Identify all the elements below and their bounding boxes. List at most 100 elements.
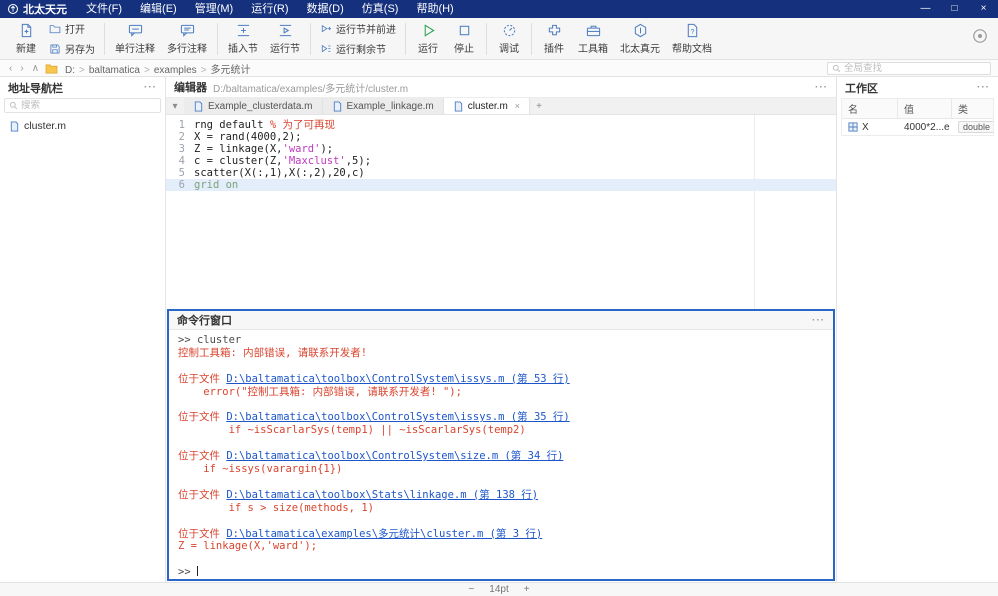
run-section-button[interactable]: 运行节 [265,21,305,57]
multi-comment-button[interactable]: 多行注释 [162,21,212,57]
command-input-area[interactable]: >> cluster控制工具箱: 内部错误, 请联系开发者! 位于文件 D:\ba… [169,330,833,579]
editor-tab-bar: ▾ Example_clusterdata.m Example_linkage.… [166,97,836,115]
error-file-link[interactable]: D:\baltamatica\toolbox\ControlSystem\iss… [226,373,569,385]
code-line[interactable]: 4c = cluster(Z,'Maxclust',5); [166,155,836,167]
insert-section-button[interactable]: 插入节 [223,21,263,57]
address-nav-more-button[interactable]: ··· [144,82,157,93]
stop-button[interactable]: 停止 [447,21,481,57]
tab-example-linkage[interactable]: Example_linkage.m [323,98,444,114]
run-button[interactable]: 运行 [411,21,445,57]
save-as-button[interactable]: 另存为 [45,40,99,57]
breadcrumb-item[interactable]: examples [151,65,200,76]
workspace-more-button[interactable]: ··· [977,82,990,93]
back-button[interactable]: ‹ [5,63,16,74]
menu-item[interactable]: 文件(F) [77,0,131,18]
tab-list-dropdown-button[interactable]: ▾ [166,98,184,114]
console-text: 位于文件 [178,528,226,540]
error-file-link[interactable]: D:\baltamatica\toolbox\ControlSystem\siz… [226,450,563,462]
variable-name: X [862,122,869,133]
global-search-input[interactable] [844,63,986,74]
toolbox-button[interactable]: 工具箱 [573,21,613,57]
file-name: cluster.m [24,120,66,132]
plus-icon: + [536,101,542,112]
workspace-title: 工作区 [845,80,878,96]
tab-cluster[interactable]: cluster.m × [444,98,530,114]
single-comment-button[interactable]: 单行注释 [110,21,160,57]
app-window: 北太天元 文件(F)编辑(E)管理(M)运行(R)数据(D)仿真(S)帮助(H)… [0,0,998,596]
menu-item[interactable]: 数据(D) [298,0,353,18]
maximize-button[interactable]: □ [940,0,969,18]
console-text: >> [178,566,197,578]
error-file-link[interactable]: D:\baltamatica\examples\多元统计\cluster.m (… [226,528,542,540]
tab-close-icon[interactable]: × [515,101,520,111]
minimize-button[interactable]: — [911,0,940,18]
assistant-button[interactable] [972,28,988,49]
console-line [178,399,824,412]
column-header-name[interactable]: 名 [842,99,898,118]
beitai-zhenyuan-button[interactable]: 北太真元 [615,21,665,57]
search-icon [9,101,18,110]
global-search-box [827,62,991,75]
code-line[interactable]: 3Z = linkage(X,'ward'); [166,143,836,155]
file-icon [9,121,20,132]
help-docs-button[interactable]: ? 帮助文档 [667,21,717,57]
code-line[interactable]: 1rng default % 为了可再现 [166,119,836,131]
nav-search-input[interactable] [21,100,156,111]
plugins-button[interactable]: 插件 [537,21,571,57]
path-bar: ‹ › ∧ D:>baltamatica>examples>多元统计 [0,60,998,77]
status-bar: − 14pt + [0,582,998,596]
tab-label: Example_linkage.m [347,101,434,112]
code-line[interactable]: 6grid on [166,179,836,191]
breadcrumb-item[interactable]: 多元统计 [208,65,254,76]
breadcrumb-item[interactable]: D: [62,65,78,76]
address-nav-panel: 地址导航栏 ··· cluster.m [0,77,166,582]
breadcrumb-item[interactable]: baltamatica [86,65,143,76]
menu-item[interactable]: 管理(M) [186,0,243,18]
forward-button[interactable]: › [16,63,27,74]
line-number: 4 [166,155,194,167]
console-text: >> cluster [178,334,241,346]
run-remaining-button[interactable]: 运行剩余节 [316,40,400,57]
new-tab-button[interactable]: + [530,98,548,114]
code-line[interactable]: 5scatter(X(:,1),X(:,2),20,c) [166,167,836,179]
code-text: grid on [194,179,238,191]
tab-example-clusterdata[interactable]: Example_clusterdata.m [184,98,323,114]
line-number: 1 [166,119,194,131]
open-button[interactable]: 打开 [45,20,99,37]
console-line [178,515,824,528]
debug-button[interactable]: 调试 [492,21,526,57]
console-line: >> cluster [178,334,824,347]
error-file-link[interactable]: D:\baltamatica\toolbox\Stats\linkage.m (… [226,489,538,501]
close-button[interactable]: × [969,0,998,18]
code-editor[interactable]: 1rng default % 为了可再现2X = rand(4000,2);3Z… [166,115,836,309]
search-icon [832,64,841,73]
editor-more-button[interactable]: ··· [815,82,828,93]
console-text: if s > size(methods, 1) [178,502,374,514]
run-section-advance-button[interactable]: 运行节并前进 [316,20,400,37]
plugins-icon [547,23,562,38]
column-header-value[interactable]: 值 [898,99,952,118]
console-line: 控制工具箱: 内部错误, 请联系开发者! [178,347,824,360]
font-increase-button[interactable]: + [521,584,533,595]
console-text: if ~isScarlarSys(temp1) || ~isScarlarSys… [178,424,526,436]
up-button[interactable]: ∧ [28,63,43,74]
font-decrease-button[interactable]: − [465,584,477,595]
code-line[interactable]: 2X = rand(4000,2); [166,131,836,143]
command-window: 命令行窗口 ··· >> cluster控制工具箱: 内部错误, 请联系开发者!… [167,309,835,581]
column-header-class[interactable]: 类 [952,99,993,118]
error-file-link[interactable]: D:\baltamatica\toolbox\ControlSystem\iss… [226,411,569,423]
file-item-cluster[interactable]: cluster.m [0,118,165,134]
command-window-more-button[interactable]: ··· [812,315,825,326]
menu-item[interactable]: 帮助(H) [407,0,462,18]
toolbox-icon [586,23,601,38]
breadcrumb: D:>baltamatica>examples>多元统计 [62,61,253,76]
workspace-row[interactable]: X 4000*2...e double [842,119,993,135]
menu-item[interactable]: 运行(R) [242,0,297,18]
window-controls: — □ × [911,0,998,18]
menu-item[interactable]: 仿真(S) [353,0,408,18]
titlebar: 北太天元 文件(F)编辑(E)管理(M)运行(R)数据(D)仿真(S)帮助(H)… [0,0,998,18]
menu-item[interactable]: 编辑(E) [131,0,186,18]
new-button[interactable]: 新建 [9,21,43,57]
run-remaining-icon [320,43,332,55]
font-size-label: 14pt [489,584,508,595]
